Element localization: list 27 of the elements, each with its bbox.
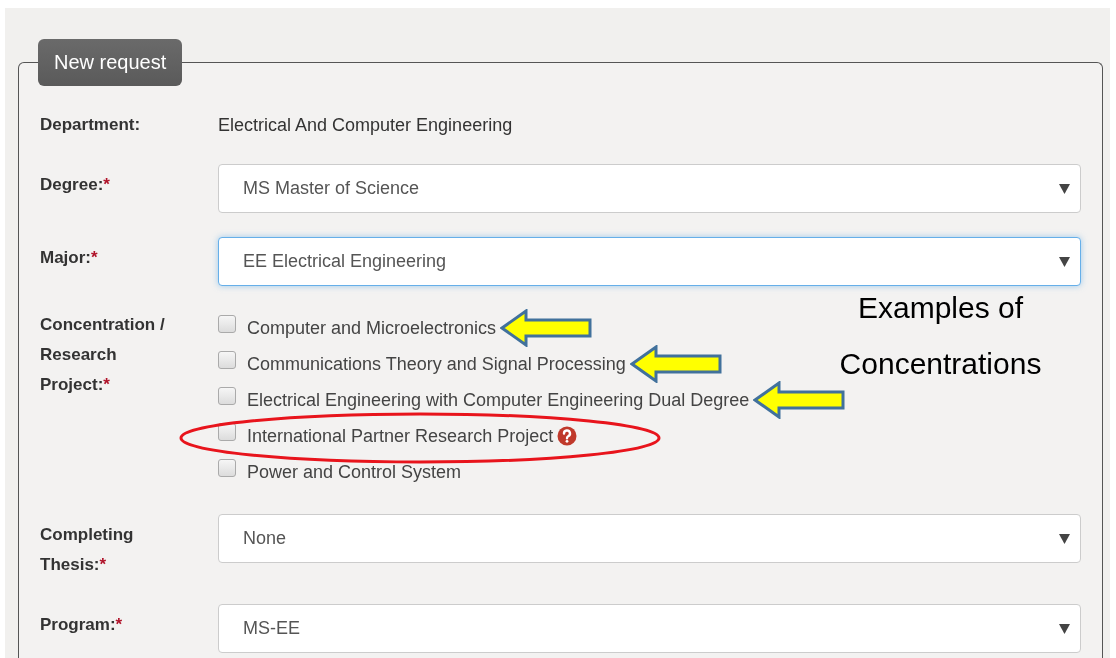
- field-label: Department:: [40, 114, 142, 136]
- checkbox-label[interactable]: Power and Control System: [247, 461, 462, 483]
- select-field[interactable]: None: [218, 514, 1081, 563]
- checkbox[interactable]: [218, 351, 236, 369]
- field-label: Degree:*: [40, 174, 111, 196]
- checkbox-label[interactable]: Communications Theory and Signal Processing: [247, 353, 626, 375]
- field-label: Completing Thesis:*: [40, 524, 135, 576]
- select-field[interactable]: MS Master of Science: [218, 164, 1081, 213]
- annotation-text: Concentrations: [838, 346, 1043, 382]
- form-legend: New request: [38, 39, 183, 86]
- field-label: Concentration / Research Project:*: [40, 314, 166, 396]
- caret-icon: [1059, 256, 1070, 267]
- caret-icon: [1059, 533, 1070, 544]
- select-field[interactable]: EE Electrical Engineering: [218, 237, 1081, 286]
- checkbox[interactable]: [218, 315, 236, 333]
- help-icon[interactable]: [557, 426, 578, 446]
- checkbox[interactable]: [218, 387, 236, 405]
- field-value: Electrical And Computer Engineering: [218, 114, 513, 137]
- annotation-text: Examples of: [856, 290, 1025, 326]
- checkbox-label[interactable]: Electrical Engineering with Computer Engineering Dual Degree: [247, 389, 750, 411]
- checkbox[interactable]: [218, 459, 236, 477]
- checkbox-label[interactable]: Computer and Microelectronics: [247, 317, 497, 339]
- field-label: Major:*: [40, 247, 99, 269]
- caret-icon: [1059, 183, 1070, 194]
- select-field[interactable]: MS-EE: [218, 604, 1081, 653]
- caret-icon: [1059, 623, 1070, 634]
- field-label: Program:*: [40, 614, 124, 636]
